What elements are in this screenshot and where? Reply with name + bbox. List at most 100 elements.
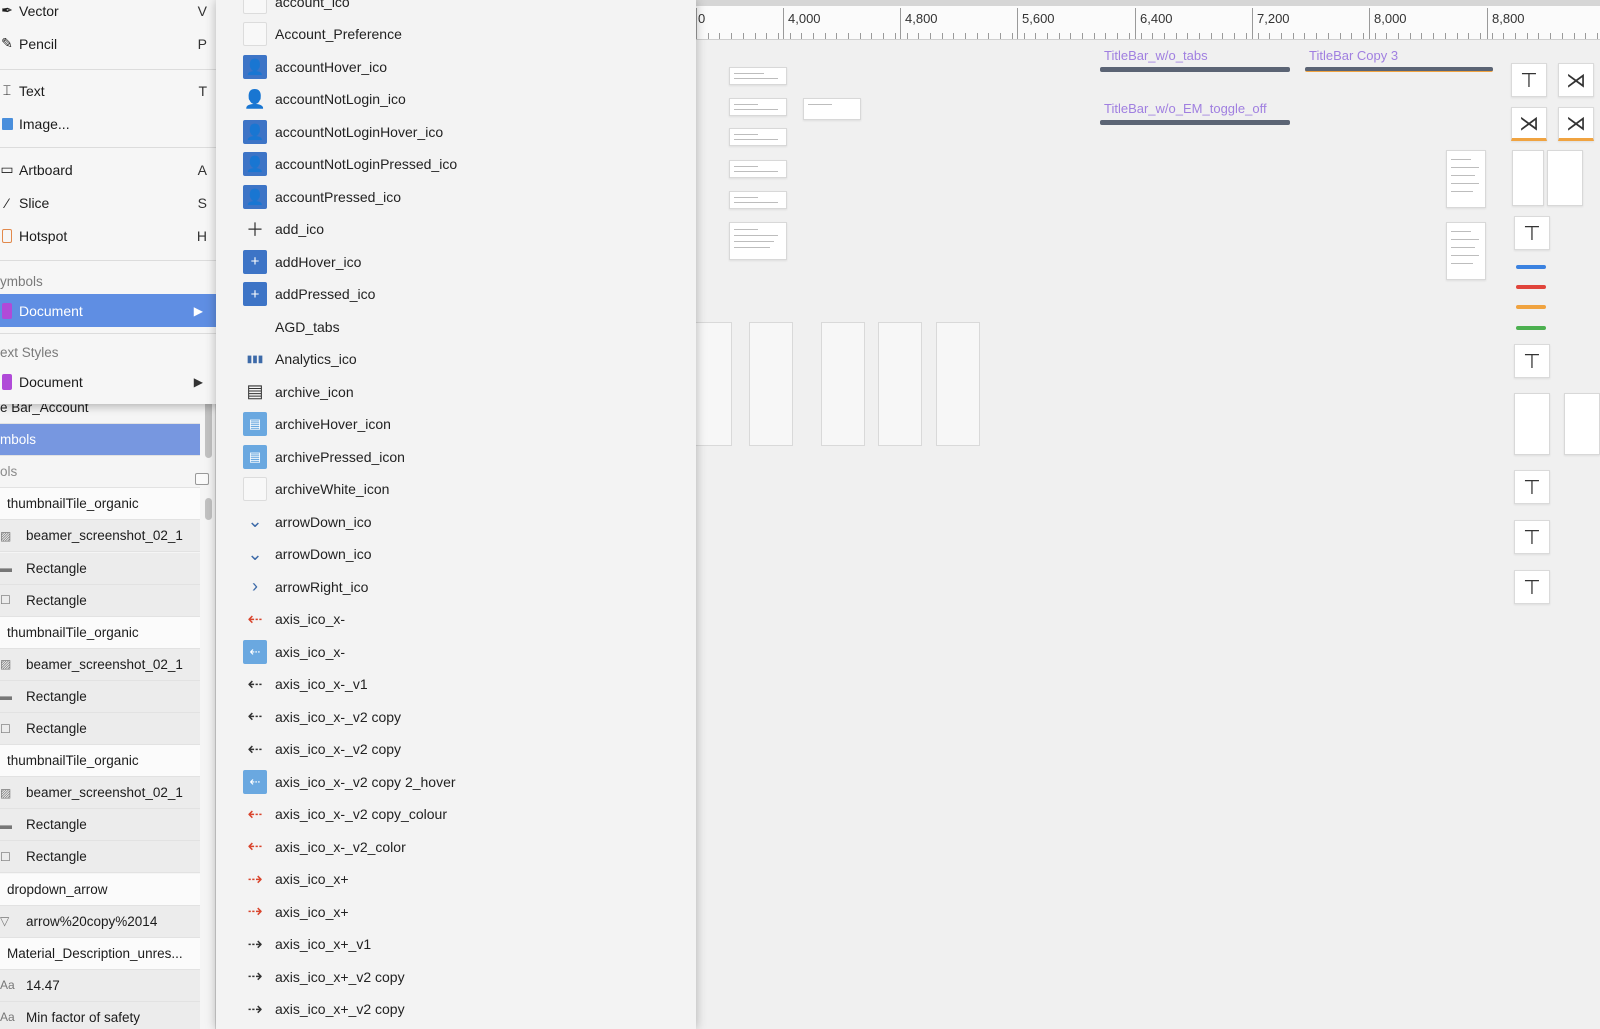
collapse-icon[interactable] bbox=[195, 473, 209, 485]
artboard-thumbnail[interactable] bbox=[729, 222, 787, 260]
layer-section-header[interactable]: ols bbox=[0, 456, 200, 489]
layer-row[interactable]: Aa Min factor of safety bbox=[0, 1001, 200, 1029]
symbol-item[interactable]: ⇠ axis_ico_x- bbox=[216, 603, 696, 636]
layer-row[interactable]: ▨ beamer_screenshot_02_1 bbox=[0, 777, 200, 810]
symbol-item[interactable]: ▤ archive_icon bbox=[216, 375, 696, 408]
symbol-item[interactable]: ⇢ axis_ico_x+ bbox=[216, 895, 696, 928]
axis-icon-artboard[interactable]: ⊤ bbox=[1514, 570, 1550, 604]
artboard-thumbnail[interactable] bbox=[729, 160, 787, 178]
layers-scrollbar-thumb[interactable] bbox=[205, 498, 212, 520]
symbol-item[interactable]: ⇠ axis_ico_x-_v2 copy bbox=[216, 700, 696, 733]
artboard-thumbnail[interactable] bbox=[821, 322, 865, 446]
menu-item-artboard[interactable]: ▭ Artboard A bbox=[0, 153, 216, 186]
symbol-item[interactable]: + addPressed_ico bbox=[216, 278, 696, 311]
symbol-item[interactable]: Account_Preference bbox=[216, 18, 696, 51]
layer-group-row[interactable]: dropdown_arrow bbox=[0, 873, 200, 906]
axis-icon-artboard[interactable]: ⋊ bbox=[1558, 63, 1594, 97]
layer-group-row[interactable]: thumbnailTile_organic bbox=[0, 745, 200, 778]
symbol-item[interactable]: › arrowRight_ico bbox=[216, 570, 696, 603]
symbols-submenu[interactable]: account_ico Account_Preference 👤 accountHov… bbox=[216, 0, 696, 1029]
artboard-thumbnail[interactable] bbox=[729, 98, 787, 116]
menu-item-symbols-document[interactable]: Document ▶ bbox=[0, 294, 216, 327]
artboard-label[interactable]: TitleBar Copy 3 bbox=[1309, 48, 1398, 63]
menu-item-text-styles-document[interactable]: Document ▶ bbox=[0, 365, 216, 398]
symbol-item[interactable]: archiveWhite_icon bbox=[216, 473, 696, 506]
artboard-thumbnail[interactable] bbox=[696, 322, 732, 446]
layer-row[interactable]: ▽ arrow%20copy%2014 bbox=[0, 905, 200, 938]
layer-row[interactable]: Aa 14.47 bbox=[0, 969, 200, 1002]
menu-item-image[interactable]: Image... bbox=[0, 107, 216, 140]
artboard-thumbnail[interactable] bbox=[878, 322, 922, 446]
artboard-thumbnail[interactable] bbox=[729, 191, 787, 209]
layer-row[interactable]: ▬ Rectangle bbox=[0, 680, 200, 713]
color-swatch-bar[interactable] bbox=[1516, 285, 1546, 289]
artboard-thumbnail[interactable] bbox=[936, 322, 980, 446]
layer-row[interactable]: ▬ Rectangle bbox=[0, 809, 200, 842]
design-canvas[interactable]: 0 4,000 4,800 5,600 6,400 7,200 8,000 8,… bbox=[696, 0, 1600, 1029]
color-swatch-bar[interactable] bbox=[1516, 305, 1546, 309]
artboard-thumbnail[interactable] bbox=[1512, 150, 1544, 206]
symbol-item[interactable]: 👤 accountNotLoginHover_ico bbox=[216, 115, 696, 148]
layer-row[interactable]: ☐ Rectangle bbox=[0, 584, 200, 617]
symbol-item[interactable]: ⌄ arrowDown_ico bbox=[216, 538, 696, 571]
symbol-item[interactable]: ⇢ axis_ico_x+_v1 bbox=[216, 928, 696, 961]
layers-scrollbar[interactable] bbox=[205, 400, 212, 458]
horizontal-ruler[interactable]: 0 4,000 4,800 5,600 6,400 7,200 8,000 8,… bbox=[696, 0, 1600, 40]
artboard-thumbnail[interactable] bbox=[1564, 393, 1600, 455]
layers-panel[interactable]: e Bar_Account mbols ols thumbnailTile_organ… bbox=[0, 400, 216, 1029]
artboard-thumbnail[interactable] bbox=[1446, 150, 1486, 208]
artboard-thumbnail[interactable] bbox=[1547, 150, 1583, 206]
layer-row[interactable]: mbols bbox=[0, 424, 200, 457]
menu-item-slice[interactable]: ⁄ Slice S bbox=[0, 186, 216, 219]
layer-group-row[interactable]: thumbnailTile_organic bbox=[0, 616, 200, 649]
symbol-item[interactable]: ⇢ axis_ico_x+ bbox=[216, 863, 696, 896]
symbol-item[interactable]: ⇠ axis_ico_x- bbox=[216, 635, 696, 668]
symbol-item[interactable]: + addHover_ico bbox=[216, 245, 696, 278]
axis-icon-artboard[interactable]: ⊤ bbox=[1514, 520, 1550, 554]
layer-row[interactable]: ▬ Rectangle bbox=[0, 552, 200, 585]
artboard-titlebar[interactable] bbox=[1100, 67, 1290, 72]
artboard-thumbnail[interactable] bbox=[729, 67, 787, 85]
symbol-item[interactable]: 👤 accountNotLogin_ico bbox=[216, 83, 696, 116]
symbol-item[interactable]: ⇢ axis_ico_x+_v2 copy bbox=[216, 993, 696, 1026]
axis-icon-artboard[interactable]: ⊤ bbox=[1514, 344, 1550, 378]
symbol-item[interactable]: ⇢ axis_ico_x+_v2 copy bbox=[216, 960, 696, 993]
axis-icon-artboard[interactable]: ⊤ bbox=[1511, 63, 1547, 97]
menu-item-vector[interactable]: ✒ Vector V bbox=[0, 0, 216, 27]
color-swatch-bar[interactable] bbox=[1516, 326, 1546, 330]
layer-row[interactable]: ▨ beamer_screenshot_02_1 bbox=[0, 648, 200, 681]
symbol-item[interactable]: 👤 accountPressed_ico bbox=[216, 180, 696, 213]
layer-group-row[interactable]: thumbnailTile_organic bbox=[0, 488, 200, 521]
symbol-item[interactable]: ▤ archiveHover_icon bbox=[216, 408, 696, 441]
menu-item-text[interactable]: ⌶ Text T bbox=[0, 74, 216, 107]
artboard-thumbnail[interactable] bbox=[729, 128, 787, 146]
layer-row[interactable]: ▨ beamer_screenshot_02_1 bbox=[0, 520, 200, 553]
artboard-titlebar[interactable] bbox=[1305, 67, 1493, 72]
symbol-item[interactable]: ＋ add_ico bbox=[216, 213, 696, 246]
symbol-item[interactable]: ⇠ axis_ico_x-_v2 copy 2_hover bbox=[216, 765, 696, 798]
symbol-item[interactable]: ⇠ axis_ico_x-_v2 copy bbox=[216, 733, 696, 766]
layer-row[interactable]: ☐ Rectangle bbox=[0, 713, 200, 745]
layer-group-row[interactable]: Material_Description_unres... bbox=[0, 937, 200, 970]
artboard-titlebar[interactable] bbox=[1100, 120, 1290, 125]
artboard-thumbnail[interactable] bbox=[1514, 393, 1550, 455]
symbol-item[interactable]: 👤 accountHover_ico bbox=[216, 50, 696, 83]
artboard-thumbnail[interactable] bbox=[749, 322, 793, 446]
symbol-item[interactable]: ▮▮▮ Analytics_ico bbox=[216, 343, 696, 376]
symbol-item[interactable]: ⌄ arrowDown_ico bbox=[216, 505, 696, 538]
artboard-label[interactable]: TitleBar_w/o_tabs bbox=[1104, 48, 1208, 63]
artboard-thumbnail[interactable] bbox=[1446, 222, 1486, 280]
axis-icon-artboard[interactable]: ⊤ bbox=[1514, 216, 1550, 250]
artboard-thumbnail[interactable] bbox=[803, 98, 861, 120]
symbol-item[interactable]: ⇠ axis_ico_x-_v2_color bbox=[216, 830, 696, 863]
insert-menu[interactable]: ✒ Vector V ✎ Pencil P ⌶ Text T Image... … bbox=[0, 0, 216, 404]
symbol-item[interactable]: ⇠ axis_ico_x-_v1 bbox=[216, 668, 696, 701]
axis-icon-artboard[interactable]: ⊤ bbox=[1514, 470, 1550, 504]
color-swatch-bar[interactable] bbox=[1516, 265, 1546, 269]
artboard-label[interactable]: TitleBar_w/o_EM_toggle_off bbox=[1104, 101, 1267, 116]
menu-item-pencil[interactable]: ✎ Pencil P bbox=[0, 27, 216, 60]
symbol-item[interactable]: 👤 accountNotLoginPressed_ico bbox=[216, 148, 696, 181]
layer-row[interactable]: ☐ Rectangle bbox=[0, 841, 200, 874]
symbol-item[interactable]: account_ico bbox=[216, 0, 696, 18]
axis-icon-artboard[interactable]: ⋊ bbox=[1511, 107, 1547, 141]
